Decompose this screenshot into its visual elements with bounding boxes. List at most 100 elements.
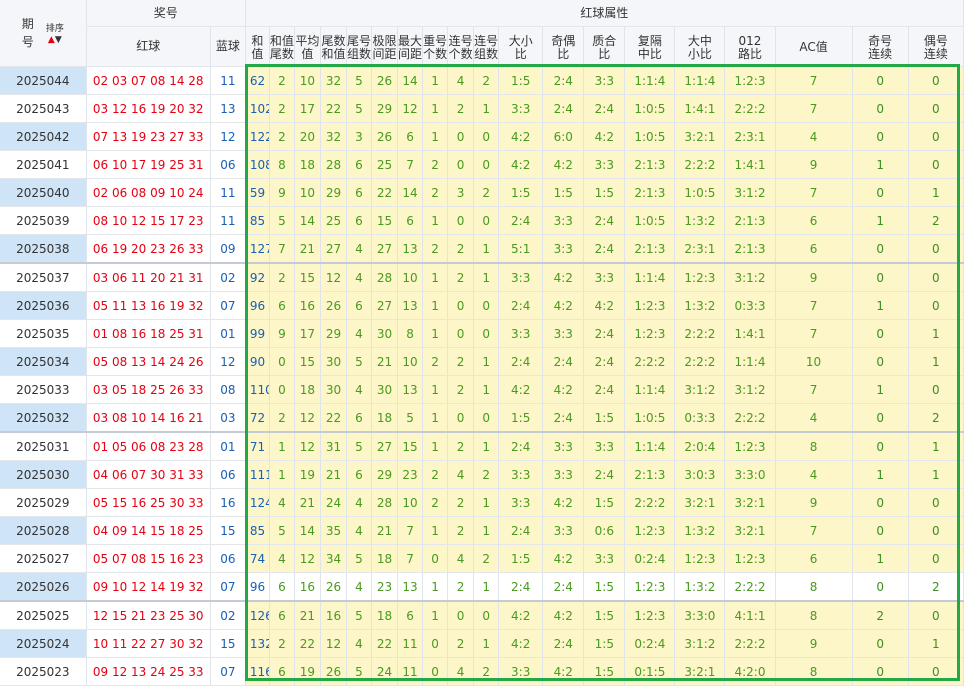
attr-cell-12: 4:2 (583, 291, 626, 320)
attr-cell-17: 0 (852, 234, 909, 264)
table-row[interactable]: 202503303 05 18 25 26 330811001830430131… (0, 375, 965, 404)
sort-up-icon[interactable]: ▲ (48, 35, 55, 45)
attr-cell-3: 26 (320, 572, 347, 602)
attr-cell-18: 0 (908, 544, 965, 573)
attr-cell-2: 12 (294, 544, 321, 573)
attr-cell-10: 5:1 (498, 234, 544, 264)
table-row[interactable]: 202502512 15 21 23 25 300212662116518610… (0, 601, 965, 630)
attr-cell-18: 0 (908, 516, 965, 545)
attr-cell-18: 2 (908, 572, 965, 602)
attr-cell-4: 5 (346, 432, 373, 461)
red-ball-cell: 05 11 13 16 19 32 (86, 291, 211, 320)
attr-cell-9: 0 (473, 319, 500, 348)
attr-cell-1: 5 (269, 206, 295, 235)
attr-cell-15: 3:3:0 (724, 460, 776, 489)
attr-cell-1: 2 (269, 66, 295, 95)
attr-cell-8: 4 (447, 460, 475, 489)
attr-cell-8: 0 (447, 601, 475, 630)
attr-cell-6: 15 (397, 432, 424, 461)
issue-header[interactable]: 期 号 排序 ▲▼ (0, 0, 87, 67)
attr-cell-0: 116 (245, 657, 270, 686)
blue-ball-cell: 09 (210, 234, 246, 264)
attr-cell-3: 21 (320, 460, 347, 489)
attr-cell-8: 0 (447, 319, 475, 348)
table-row[interactable]: 2025026 09 10 12 14 19 32 07 96 6 16 26 4 23 13 1 2… (0, 572, 965, 602)
attr-cell-13: 1:0:5 (624, 403, 676, 433)
blue-ball-cell: 01 (210, 319, 246, 348)
attr-cell-6: 8 (397, 319, 424, 348)
attr-cell-2: 14 (294, 516, 321, 545)
attr-cell-5: 24 (371, 657, 399, 686)
attr-cell-9: 0 (473, 122, 500, 151)
table-row[interactable]: 2025034 05 08 13 14 24 26 12 90 0 15 30 5 21 10 2 2… (0, 347, 965, 376)
attr-cell-10: 1:5 (498, 66, 544, 95)
attr-cell-10: 3:3 (498, 319, 544, 348)
attr-cell-12: 4:2 (583, 122, 626, 151)
table-row[interactable]: 2025039 08 10 12 15 17 23 11 85 5 14 25 6 15 6 1 0 0… (0, 206, 965, 235)
attr-cell-16: 9 (775, 263, 853, 292)
table-row[interactable]: 2025044 02 03 07 08 14 28 11 62 2 10 32 5 26 14 1 4… (0, 66, 965, 95)
table-row[interactable]: 202504106 10 17 19 25 310610881828625720… (0, 150, 965, 179)
attr-cell-5: 28 (371, 488, 399, 517)
sort-control[interactable]: 排序 ▲▼ (46, 23, 64, 45)
attr-cell-17: 1 (852, 150, 909, 179)
attr-header-18: 偶号 连续 (908, 26, 965, 67)
table-row[interactable]: 202503806 19 20 23 26 330912772127427132… (0, 234, 965, 264)
issue-cell: 2025027 (0, 544, 87, 573)
attr-cell-12: 3:3 (583, 263, 626, 292)
table-row[interactable]: 2025035 01 08 16 18 25 31 01 99 9 17 29 4 30 8 1 0 0… (0, 319, 965, 348)
attr-cell-9: 0 (473, 601, 500, 630)
attr-cell-18: 0 (908, 488, 965, 517)
table-row[interactable]: 202503004 06 07 30 31 330611111921629232… (0, 460, 965, 489)
blue-ball-cell: 02 (210, 601, 246, 630)
attr-cell-5: 25 (371, 150, 399, 179)
attr-cell-7: 2 (422, 150, 449, 179)
attr-cell-5: 22 (371, 178, 399, 207)
prize-group-header: 奖号 (86, 0, 246, 27)
attr-cell-4: 6 (346, 403, 373, 433)
attr-cell-7: 2 (422, 234, 449, 264)
table-row[interactable]: 2025032 03 08 10 14 16 21 03 72 2 12 22 6 18 5 1 0 0… (0, 403, 965, 433)
sort-down-icon[interactable]: ▼ (55, 35, 62, 45)
table-row[interactable]: 2025037 03 06 11 20 21 31 02 92 2 15 12 4 28 10 1 2… (0, 263, 965, 292)
attr-cell-6: 13 (397, 572, 424, 602)
attr-cell-5: 18 (371, 403, 399, 433)
attr-cell-7: 2 (422, 178, 449, 207)
attr-cell-2: 16 (294, 572, 321, 602)
attr-cell-0: 108 (245, 150, 270, 179)
issue-cell: 2025025 (0, 601, 87, 630)
attr-header-7: 重号 个数 (422, 26, 449, 67)
attr-cell-9: 0 (473, 291, 500, 320)
table-row[interactable]: 202504303 12 16 19 20 321310221722529121… (0, 94, 965, 123)
table-row[interactable]: 202504207 13 19 23 27 331212222032326610… (0, 122, 965, 151)
table-row[interactable]: 202502905 15 16 25 30 331612442124428102… (0, 488, 965, 517)
attr-cell-6: 10 (397, 488, 424, 517)
blue-ball-cell: 06 (210, 150, 246, 179)
attr-cell-17: 0 (852, 94, 909, 123)
attr-cell-2: 17 (294, 94, 321, 123)
attr-cell-1: 0 (269, 375, 295, 404)
table-row[interactable]: 2025031 01 05 06 08 23 28 01 71 1 12 31 5 27 15 1 2… (0, 432, 965, 461)
attr-cell-12: 1:5 (583, 601, 626, 630)
attr-cell-5: 22 (371, 629, 399, 658)
attr-cell-3: 12 (320, 629, 347, 658)
table-row[interactable]: 2025027 05 07 08 15 16 23 06 74 4 12 34 5 18 7 0 4 2… (0, 544, 965, 573)
attr-cell-9: 0 (473, 206, 500, 235)
attr-cell-6: 10 (397, 347, 424, 376)
attr-cell-14: 3:2:1 (674, 122, 726, 151)
table-row[interactable]: 202502309 12 13 24 25 330711661926524110… (0, 657, 965, 686)
table-row[interactable]: 202502410 11 22 27 30 321513222212422110… (0, 629, 965, 658)
attr-cell-0: 102 (245, 94, 270, 123)
table-row[interactable]: 2025036 05 11 13 16 19 32 07 96 6 16 26 6 27 13 1 0… (0, 291, 965, 320)
attr-cell-17: 1 (852, 206, 909, 235)
attr-cell-4: 5 (346, 601, 373, 630)
attr-cell-18: 1 (908, 629, 965, 658)
attr-cell-6: 7 (397, 150, 424, 179)
table-body: 2025044 02 03 07 08 14 28 11 62 2 10 32 5 26 14 1 4… (0, 66, 965, 686)
table-row[interactable]: 2025040 02 06 08 09 10 24 11 59 9 10 29 6 22 14 2 3… (0, 178, 965, 207)
attr-cell-9: 1 (473, 234, 500, 264)
attr-cell-0: 96 (245, 572, 270, 602)
attr-cell-14: 1:2:3 (674, 544, 726, 573)
table-row[interactable]: 2025028 04 09 14 15 18 25 15 85 5 14 35 4 21 7 1 2 1… (0, 516, 965, 545)
red-ball-cell: 06 19 20 23 26 33 (86, 234, 211, 264)
